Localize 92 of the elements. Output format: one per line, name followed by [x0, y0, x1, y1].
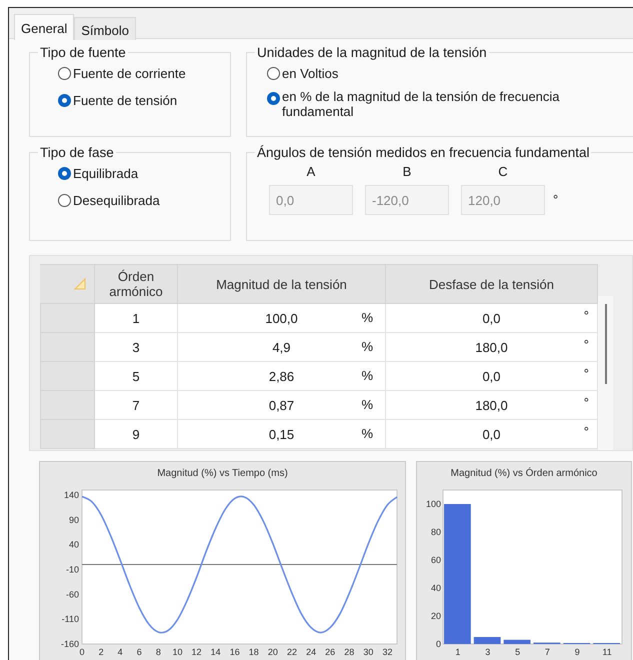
axis-tick-label: 100	[426, 499, 441, 509]
table-cell: 7	[95, 391, 178, 420]
axis-tick-label: 12	[192, 647, 202, 657]
radio-button[interactable]	[58, 194, 71, 207]
column-header[interactable]: Magnitud de la tensión	[178, 264, 386, 304]
axis-tick-label: 24	[306, 647, 316, 657]
axis-tick-label: 80	[430, 527, 441, 537]
axis-tick-label: 40	[68, 540, 79, 550]
table-cell: 0,0	[482, 368, 501, 384]
axis-tick-label: 90	[68, 514, 79, 525]
axis-tick-label: 1	[455, 647, 460, 657]
unit-label: %	[361, 339, 373, 354]
table-cell: 0,15	[268, 426, 294, 442]
radio-label[interactable]: Fuente de corriente	[73, 66, 186, 81]
axis-tick-label: -10	[66, 564, 79, 574]
chart-title: Magnitud (%) vs Órden armónico	[450, 466, 598, 481]
axis-tick-label: 22	[287, 647, 297, 657]
table-cell: 9	[95, 420, 178, 449]
sort-triangle-icon	[74, 278, 86, 290]
axis-tick-label: 26	[325, 647, 336, 657]
axis-tick-label: 40	[430, 583, 441, 593]
unit-label: °	[584, 424, 589, 439]
unit-label: %	[361, 426, 373, 441]
field-label: A	[306, 164, 316, 179]
axis-tick-label: 7	[544, 647, 550, 657]
table-cell: 180,0	[475, 340, 508, 354]
axis-tick-label: 20	[268, 647, 278, 657]
chart-title: Magnitud (%) vs Tiempo (ms)	[156, 467, 289, 481]
axis-tick-label: 18	[248, 647, 259, 657]
radio-button[interactable]	[58, 167, 71, 180]
axis-tick-label: 8	[156, 647, 161, 657]
field-label: C	[498, 164, 508, 179]
radio-button[interactable]	[267, 67, 280, 80]
axis-tick-label: -60	[66, 589, 79, 600]
unit-label: °	[584, 337, 589, 352]
radio-label[interactable]: Equilibrada	[73, 166, 138, 181]
radio-label[interactable]: Fuente de tensión	[73, 93, 178, 108]
degree-unit: °	[553, 192, 558, 207]
radio-button[interactable]	[58, 94, 71, 107]
table-cell: 0,0	[482, 310, 501, 326]
table-cell: 100,0	[265, 310, 298, 326]
axis-tick-label: 60	[430, 555, 441, 565]
axis-tick-label: 140	[64, 490, 79, 500]
column-header[interactable]: Órden armónico	[95, 264, 178, 304]
axis-tick-label: 11	[602, 647, 612, 657]
axis-tick-label: 10	[172, 647, 182, 657]
radio-label[interactable]: Desequilibrada	[73, 193, 160, 208]
column-header[interactable]: Desfase de la tensión	[386, 264, 598, 304]
table-cell: 1	[95, 304, 178, 333]
unit-label: %	[361, 310, 373, 325]
unit-label: °	[584, 395, 589, 410]
table-cell: 4,9	[272, 340, 291, 354]
table-cell: 2,86	[268, 368, 294, 384]
axis-tick-label: 16	[230, 647, 240, 657]
table-cell: 5	[95, 362, 178, 391]
radio-button[interactable]	[267, 92, 280, 105]
unit-label: °	[584, 308, 589, 323]
axis-tick-label: 32	[382, 647, 392, 657]
table-cell: 180,0	[475, 398, 508, 412]
bar	[504, 640, 530, 644]
group-title: Unidades de la magnitud de la tensión	[256, 45, 488, 60]
axis-tick-label: 0	[80, 647, 84, 657]
unit-label: %	[361, 397, 373, 412]
unit-label: %	[361, 368, 373, 383]
scrollbar-thumb[interactable]	[604, 304, 606, 384]
table-cell: 3	[95, 333, 178, 362]
axis-tick-label: 28	[344, 647, 354, 657]
field-label: B	[402, 164, 412, 179]
group-title: Tipo de fuente	[39, 45, 127, 60]
axis-tick-label: 2	[98, 647, 104, 657]
tab[interactable]: General	[14, 14, 74, 40]
axis-tick-label: 6	[136, 647, 142, 657]
axis-tick-label: -160	[60, 639, 79, 649]
bar	[474, 637, 501, 644]
axis-tick-label: -110	[62, 614, 79, 624]
group-title: Ángulos de tensión medidos en frecuencia fundamental	[256, 145, 590, 160]
unit-label: °	[584, 366, 589, 381]
axis-tick-label: 0	[436, 639, 441, 649]
radio-label[interactable]: en % de la magnitud de la tensión de frecuencia fundamental	[282, 89, 625, 119]
axis-tick-label: 30	[363, 647, 374, 657]
axis-tick-label: 3	[485, 647, 490, 657]
axis-tick-label: 20	[430, 611, 441, 621]
radio-label[interactable]: en Voltios	[282, 66, 338, 81]
axis-tick-label: 4	[118, 647, 123, 657]
tab[interactable]: Símbolo	[74, 17, 136, 40]
group-title: Tipo de fase	[39, 145, 115, 160]
axis-tick-label: 5	[515, 647, 520, 657]
table-cell: 0,0	[482, 426, 501, 442]
radio-button[interactable]	[58, 67, 71, 80]
axis-tick-label: 14	[210, 647, 221, 657]
table-cell: 0,87	[268, 398, 294, 412]
axis-tick-label: 9	[574, 647, 580, 657]
